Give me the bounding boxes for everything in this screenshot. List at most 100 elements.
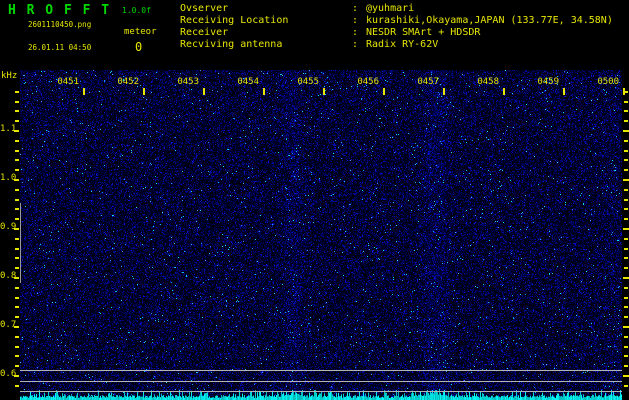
- time-label: 0453: [177, 77, 199, 87]
- reference-line: [20, 370, 622, 371]
- freq-major-tick-left: [14, 228, 19, 230]
- freq-minor-tick-right: [624, 120, 628, 122]
- freq-label: 0.6: [0, 369, 17, 379]
- freq-label: 1.0: [0, 173, 17, 183]
- time-tick: [203, 88, 205, 95]
- station-info-label: Ovserver: [180, 3, 229, 14]
- time-label: 0458: [477, 77, 499, 87]
- freq-minor-tick-left: [15, 267, 19, 269]
- freq-minor-tick-left: [15, 101, 19, 103]
- time-label: 0455: [297, 77, 319, 87]
- time-tick: [503, 88, 505, 95]
- freq-major-tick-right: [623, 228, 629, 230]
- meteor-count: 0: [135, 40, 143, 54]
- freq-minor-tick-right: [624, 346, 628, 348]
- freq-axis-unit: kHz: [1, 71, 18, 81]
- freq-minor-tick-left: [15, 140, 19, 142]
- freq-label: 0.8: [0, 271, 17, 281]
- freq-minor-tick-right: [624, 238, 628, 240]
- time-label: 0456: [357, 77, 379, 87]
- freq-minor-tick-left: [15, 218, 19, 220]
- station-info-colon: :: [352, 15, 359, 26]
- app-version: 1.0.0f: [122, 6, 151, 15]
- freq-minor-tick-left: [15, 336, 19, 338]
- freq-minor-tick-right: [624, 208, 628, 210]
- spectrogram-canvas: [20, 70, 622, 400]
- time-tick: [143, 88, 145, 95]
- mode-label: meteor: [124, 27, 157, 37]
- freq-minor-tick-left: [15, 316, 19, 318]
- freq-major-tick-left: [14, 277, 19, 279]
- freq-major-tick-left: [14, 375, 19, 377]
- freq-minor-tick-right: [624, 355, 628, 357]
- reference-line: [20, 391, 622, 392]
- freq-major-tick-left: [14, 179, 19, 181]
- freq-minor-tick-right: [624, 306, 628, 308]
- time-label: 0452: [117, 77, 139, 87]
- station-info-value: @yuhmari: [366, 3, 415, 14]
- freq-major-tick-right: [623, 130, 629, 132]
- station-info-colon: :: [352, 3, 359, 14]
- hrofft-screen: H R O F F T 1.0.0f 2601110450.png meteor…: [0, 0, 629, 400]
- freq-minor-tick-left: [15, 385, 19, 387]
- freq-minor-tick-right: [624, 110, 628, 112]
- time-label: 0459: [537, 77, 559, 87]
- station-info-colon: :: [352, 39, 359, 50]
- freq-minor-tick-right: [624, 316, 628, 318]
- freq-minor-tick-right: [624, 248, 628, 250]
- freq-major-tick-right: [623, 179, 629, 181]
- time-tick: [563, 88, 565, 95]
- time-label: 0457: [417, 77, 439, 87]
- freq-label: 1.1: [0, 124, 17, 134]
- freq-major-tick-left: [14, 326, 19, 328]
- freq-minor-tick-right: [624, 140, 628, 142]
- freq-minor-tick-right: [624, 169, 628, 171]
- output-filename: 2601110450.png: [28, 20, 92, 29]
- time-label: 0500: [597, 77, 619, 87]
- freq-minor-tick-left: [15, 287, 19, 289]
- time-label: 0454: [237, 77, 259, 87]
- freq-minor-tick-left: [15, 355, 19, 357]
- freq-minor-tick-right: [624, 297, 628, 299]
- freq-minor-tick-right: [624, 150, 628, 152]
- freq-minor-tick-left: [15, 365, 19, 367]
- freq-minor-tick-right: [624, 218, 628, 220]
- station-info-colon: :: [352, 27, 359, 38]
- station-info-label: Recviving antenna: [180, 39, 283, 50]
- freq-major-tick-right: [623, 375, 629, 377]
- time-tick: [383, 88, 385, 95]
- freq-minor-tick-left: [15, 346, 19, 348]
- freq-minor-tick-left: [15, 306, 19, 308]
- freq-minor-tick-left: [15, 297, 19, 299]
- station-info-value: kurashiki,Okayama,JAPAN (133.77E, 34.58N…: [366, 15, 613, 26]
- time-label: 0451: [57, 77, 79, 87]
- freq-minor-tick-left: [15, 199, 19, 201]
- freq-minor-tick-right: [624, 101, 628, 103]
- station-info-label: Receiving Location: [180, 15, 289, 26]
- freq-label: 0.9: [0, 222, 17, 232]
- freq-minor-tick-left: [15, 189, 19, 191]
- freq-minor-tick-left: [15, 208, 19, 210]
- freq-minor-tick-left: [15, 257, 19, 259]
- time-tick: [443, 88, 445, 95]
- freq-minor-tick-left: [15, 120, 19, 122]
- time-tick: [83, 88, 85, 95]
- time-tick: [263, 88, 265, 95]
- freq-minor-tick-left: [15, 238, 19, 240]
- freq-minor-tick-left: [15, 248, 19, 250]
- station-info-label: Receiver: [180, 27, 229, 38]
- freq-minor-tick-left: [15, 91, 19, 93]
- freq-major-tick-left: [14, 130, 19, 132]
- freq-minor-tick-left: [15, 169, 19, 171]
- freq-minor-tick-right: [624, 189, 628, 191]
- freq-minor-tick-right: [624, 385, 628, 387]
- freq-major-tick-right: [623, 326, 629, 328]
- freq-minor-tick-right: [624, 199, 628, 201]
- freq-minor-tick-right: [624, 365, 628, 367]
- freq-minor-tick-left: [15, 159, 19, 161]
- freq-minor-tick-right: [624, 159, 628, 161]
- freq-minor-tick-right: [624, 336, 628, 338]
- freq-minor-tick-right: [624, 91, 628, 93]
- freq-minor-tick-left: [15, 150, 19, 152]
- app-title: H R O F F T: [8, 3, 111, 18]
